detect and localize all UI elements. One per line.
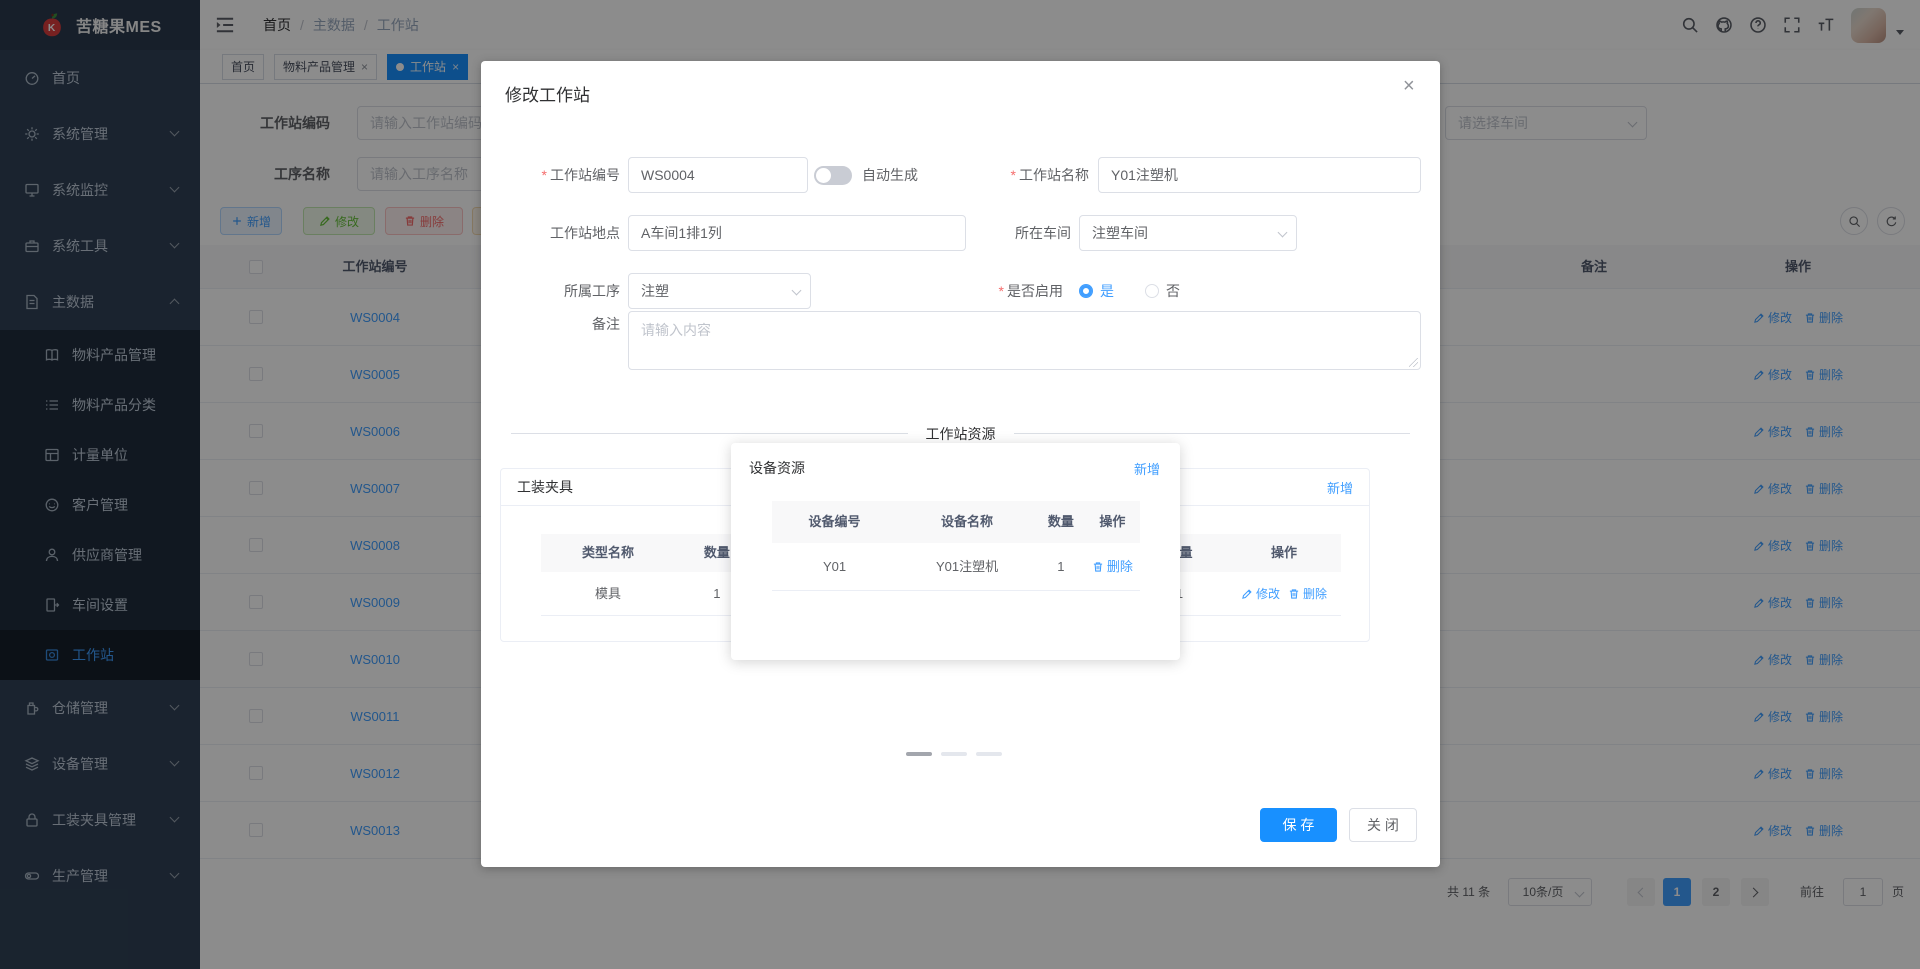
workshop-label: 所在车间: [1015, 225, 1071, 241]
resource-add-link[interactable]: 新增: [1327, 478, 1353, 497]
radio-dot-icon: [1145, 284, 1159, 298]
equipment-table-header: 设备编号 设备名称 数量 操作: [772, 501, 1140, 543]
chevron-down-icon: [791, 285, 802, 296]
required-asterisk: *: [541, 167, 547, 183]
process-select[interactable]: 注塑: [628, 273, 811, 309]
chevron-down-icon: [1277, 227, 1288, 238]
code-input[interactable]: [628, 157, 808, 193]
name-label: * 工作站名称: [1010, 167, 1089, 183]
remark-textarea[interactable]: [628, 311, 1421, 370]
edit-workstation-dialog: 修改工作站 *工作站编号 自动生成 *工作站名称 工作站地点 所在车间 注塑车间…: [481, 61, 1440, 867]
process-label: 所属工序: [564, 283, 620, 299]
popup-add-link[interactable]: 新增: [1134, 459, 1160, 478]
code-label: * 工作站编号: [541, 167, 620, 183]
remark-label: 备注: [592, 316, 620, 332]
required-asterisk: *: [1010, 167, 1016, 183]
required-asterisk: *: [998, 283, 1004, 299]
carousel-indicators: [906, 752, 1002, 756]
workshop-select[interactable]: 注塑车间: [1079, 215, 1297, 251]
carousel-dot-3[interactable]: [976, 752, 1002, 756]
close-button[interactable]: 关 闭: [1349, 808, 1417, 842]
edit-icon: [1241, 588, 1253, 600]
resource-delete-link[interactable]: 删除: [1288, 572, 1327, 616]
carousel-dot-1[interactable]: [906, 752, 932, 756]
popup-title: 设备资源: [749, 460, 805, 476]
equipment-table-row: Y01 Y01注塑机 1 删除: [772, 543, 1140, 591]
enable-yes-radio[interactable]: 是: [1079, 273, 1114, 309]
enable-no-radio[interactable]: 否: [1145, 273, 1180, 309]
dialog-title: 修改工作站: [505, 86, 590, 105]
app-root: 苦糖果MES 首页 系统管理 系统监控 系统工具 主数据 物料产品管理 物料产品…: [0, 0, 1920, 969]
radio-dot-icon: [1079, 284, 1093, 298]
autogen-toggle[interactable]: [814, 166, 852, 185]
resize-grip-icon[interactable]: [1409, 358, 1418, 367]
enable-label: * 是否启用: [998, 283, 1063, 299]
fixture-card-title: 工装夹具: [517, 479, 573, 495]
toggle-knob: [816, 168, 831, 183]
carousel-dot-2[interactable]: [941, 752, 967, 756]
save-button[interactable]: 保 存: [1260, 808, 1337, 842]
name-input[interactable]: [1098, 157, 1421, 193]
resource-edit-link[interactable]: 修改: [1241, 572, 1280, 616]
trash-icon: [1288, 588, 1300, 600]
trash-icon: [1092, 561, 1104, 573]
equipment-table: 设备编号 设备名称 数量 操作 Y01 Y01注塑机 1 删除: [772, 501, 1140, 591]
close-icon[interactable]: [1403, 75, 1415, 98]
equipment-delete-link[interactable]: 删除: [1092, 543, 1133, 591]
location-label: 工作站地点: [550, 225, 620, 241]
equipment-resource-popup: 设备资源 新增 设备编号 设备名称 数量 操作 Y01 Y01注塑机 1 删除: [731, 443, 1180, 660]
section-title: 工作站资源: [481, 424, 1440, 444]
